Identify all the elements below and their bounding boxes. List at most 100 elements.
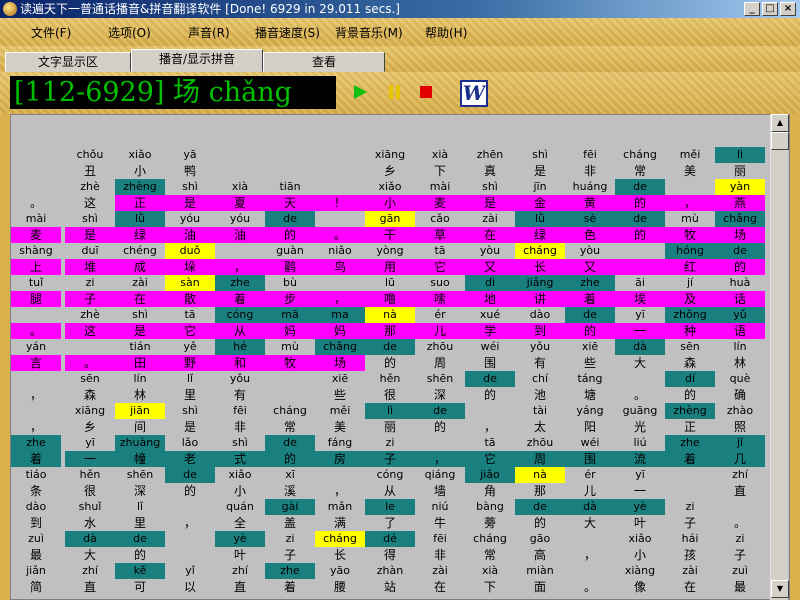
- pinyin-cell[interactable]: cháng: [465, 531, 515, 547]
- hanzi-cell[interactable]: 面: [515, 579, 565, 595]
- hanzi-cell[interactable]: 常: [465, 547, 515, 563]
- pinyin-cell[interactable]: yáng: [565, 403, 615, 419]
- hanzi-cell[interactable]: 高: [515, 547, 565, 563]
- hanzi-cell[interactable]: 田: [115, 355, 165, 371]
- pinyin-cell[interactable]: de: [565, 307, 615, 323]
- pinyin-cell[interactable]: shì: [115, 307, 165, 323]
- pinyin-cell[interactable]: jí: [665, 275, 715, 291]
- hanzi-cell[interactable]: 周: [515, 451, 565, 467]
- pinyin-cell[interactable]: tā: [165, 307, 215, 323]
- hanzi-cell[interactable]: 上: [11, 259, 61, 275]
- pinyin-cell[interactable]: [315, 275, 365, 291]
- pinyin-cell[interactable]: liú: [615, 435, 665, 451]
- pinyin-cell[interactable]: shì: [165, 179, 215, 195]
- pinyin-cell[interactable]: zhe: [215, 275, 265, 291]
- pinyin-cell[interactable]: [265, 147, 315, 163]
- hanzi-cell[interactable]: ，: [11, 419, 61, 435]
- hanzi-cell[interactable]: 是: [515, 163, 565, 179]
- hanzi-cell[interactable]: 有: [215, 387, 265, 403]
- hanzi-cell[interactable]: 常: [265, 419, 315, 435]
- pinyin-cell[interactable]: xué: [465, 307, 515, 323]
- hanzi-cell[interactable]: [265, 387, 315, 403]
- hanzi-cell[interactable]: 下: [415, 163, 465, 179]
- hanzi-cell[interactable]: 直: [715, 483, 765, 499]
- hanzi-cell[interactable]: 又: [565, 259, 615, 275]
- hanzi-cell[interactable]: 蒡: [465, 515, 515, 531]
- pinyin-cell[interactable]: [465, 403, 515, 419]
- hanzi-cell[interactable]: 场: [315, 355, 365, 371]
- pinyin-cell[interactable]: lǜ: [515, 211, 565, 227]
- hanzi-cell[interactable]: 儿: [565, 483, 615, 499]
- pinyin-cell[interactable]: fēi: [565, 147, 615, 163]
- pinyin-cell[interactable]: [615, 371, 665, 387]
- pinyin-cell[interactable]: táng: [565, 371, 615, 387]
- pinyin-cell[interactable]: [565, 563, 615, 579]
- hanzi-cell[interactable]: 着: [11, 451, 61, 467]
- hanzi-cell[interactable]: 是: [65, 227, 115, 243]
- hanzi-cell[interactable]: 堆: [65, 259, 115, 275]
- hanzi-cell[interactable]: 确: [715, 387, 765, 403]
- pinyin-cell[interactable]: jiǎn: [11, 563, 61, 579]
- hanzi-cell[interactable]: 下: [465, 579, 515, 595]
- pinyin-cell[interactable]: shì: [65, 211, 115, 227]
- pinyin-cell[interactable]: chéng: [115, 243, 165, 259]
- hanzi-cell[interactable]: 腿: [11, 291, 61, 307]
- pinyin-cell[interactable]: bàng: [465, 499, 515, 515]
- pinyin-cell[interactable]: lǐ: [115, 499, 165, 515]
- pinyin-cell[interactable]: [315, 467, 365, 483]
- hanzi-cell[interactable]: 。: [11, 195, 61, 211]
- hanzi-cell[interactable]: 。: [565, 579, 615, 595]
- hanzi-cell[interactable]: 是: [165, 419, 215, 435]
- pinyin-cell[interactable]: lín: [115, 371, 165, 387]
- hanzi-cell[interactable]: [265, 163, 315, 179]
- hanzi-cell[interactable]: 长: [315, 547, 365, 563]
- hanzi-cell[interactable]: 幢: [115, 451, 165, 467]
- pinyin-cell[interactable]: bù: [265, 275, 315, 291]
- hanzi-cell[interactable]: 盖: [265, 515, 315, 531]
- pinyin-cell[interactable]: què: [715, 371, 765, 387]
- pinyin-cell[interactable]: lì: [715, 147, 765, 163]
- pinyin-cell[interactable]: xià: [465, 563, 515, 579]
- hanzi-cell[interactable]: 妈: [265, 323, 315, 339]
- hanzi-cell[interactable]: 美: [665, 163, 715, 179]
- hanzi-cell[interactable]: 学: [465, 323, 515, 339]
- pinyin-cell[interactable]: kě: [115, 563, 165, 579]
- hanzi-cell[interactable]: 的: [265, 227, 315, 243]
- pinyin-cell[interactable]: zhèng: [665, 403, 715, 419]
- pinyin-cell[interactable]: zhōu: [515, 435, 565, 451]
- hanzi-cell[interactable]: 周: [415, 355, 465, 371]
- hanzi-cell[interactable]: 是: [165, 195, 215, 211]
- stop-icon[interactable]: [420, 86, 432, 98]
- pinyin-cell[interactable]: tā: [415, 243, 465, 259]
- hanzi-cell[interactable]: 阳: [565, 419, 615, 435]
- pinyin-cell[interactable]: shì: [215, 435, 265, 451]
- hanzi-cell[interactable]: 正: [115, 195, 165, 211]
- hanzi-cell[interactable]: 。: [315, 227, 365, 243]
- hanzi-cell[interactable]: 绿: [115, 227, 165, 243]
- hanzi-cell[interactable]: 。: [615, 387, 665, 403]
- pinyin-cell[interactable]: nà: [515, 467, 565, 483]
- pinyin-cell[interactable]: jiǎng: [515, 275, 565, 291]
- pinyin-cell[interactable]: chǎng: [715, 211, 765, 227]
- close-button[interactable]: ×: [780, 2, 796, 16]
- hanzi-cell[interactable]: ，: [165, 515, 215, 531]
- pinyin-cell[interactable]: jīn: [515, 179, 565, 195]
- pinyin-cell[interactable]: ma: [315, 307, 365, 323]
- hanzi-cell[interactable]: ，: [315, 483, 365, 499]
- tab-pinyin[interactable]: 播音/显示拼音: [131, 49, 263, 72]
- pinyin-cell[interactable]: zhe: [11, 435, 61, 451]
- hanzi-cell[interactable]: 干: [365, 227, 415, 243]
- hanzi-cell[interactable]: 池: [515, 387, 565, 403]
- pinyin-cell[interactable]: [315, 211, 365, 227]
- hanzi-cell[interactable]: 深: [415, 387, 465, 403]
- pinyin-cell[interactable]: yè: [615, 499, 665, 515]
- hanzi-cell[interactable]: 叶: [615, 515, 665, 531]
- hanzi-cell[interactable]: 和: [215, 355, 265, 371]
- pinyin-cell[interactable]: yǐ: [165, 563, 215, 579]
- hanzi-cell[interactable]: ，: [565, 547, 615, 563]
- pinyin-cell[interactable]: suo: [415, 275, 465, 291]
- pinyin-cell[interactable]: [615, 243, 665, 259]
- pinyin-cell[interactable]: lū: [365, 275, 415, 291]
- pinyin-cell[interactable]: zhe: [565, 275, 615, 291]
- hanzi-cell[interactable]: 角: [465, 483, 515, 499]
